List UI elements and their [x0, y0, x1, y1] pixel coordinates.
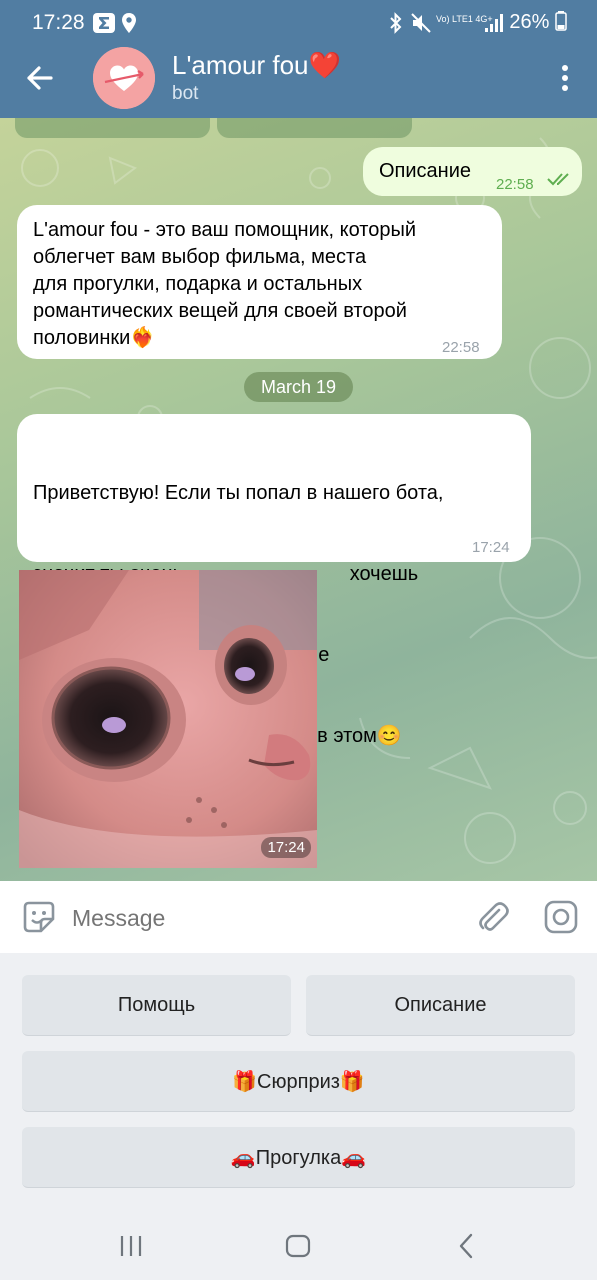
previous-keyboard-row-left [15, 118, 210, 138]
sigma-notification-icon [92, 12, 116, 34]
keyboard-button-surprise[interactable]: 🎁Сюрприз🎁 [22, 1051, 575, 1112]
back-arrow-icon[interactable] [20, 58, 60, 98]
camera-icon[interactable] [543, 899, 579, 935]
message-line: L'amour fou - это ваш помощник, который [33, 219, 417, 241]
location-icon [121, 12, 137, 34]
message-input[interactable] [72, 898, 452, 938]
bot-keyboard: Помощь Описание 🎁Сюрприз🎁 🚗Прогулка🚗 [0, 953, 597, 1211]
message-text: Описание [379, 160, 472, 182]
attach-icon[interactable] [474, 899, 510, 935]
chat-title[interactable]: L'amour fou❤️ [172, 50, 341, 81]
home-icon[interactable] [283, 1231, 313, 1261]
message-line: для прогулки, подарка и остальных [33, 273, 363, 295]
message-input-bar [0, 881, 597, 953]
status-bar: 17:28 Vo) LTE1 4G+ 26% [0, 0, 597, 46]
avatar[interactable] [93, 47, 155, 109]
message-incoming[interactable]: L'amour fou - это ваш помощник, который … [17, 205, 502, 359]
double-check-icon [547, 173, 569, 186]
battery-icon [555, 11, 567, 31]
chat-subtitle: bot [172, 83, 199, 104]
chat-header: 17:28 Vo) LTE1 4G+ 26% L'amour fou❤️ bot [0, 0, 597, 118]
message-line: половинки❤️‍🔥 [33, 327, 156, 349]
photo-message[interactable]: 17:24 [19, 570, 317, 868]
message-line: Приветствую! Если ты попал в нашего бота… [33, 482, 444, 504]
more-vert-icon[interactable] [553, 62, 577, 94]
cat-photo [19, 570, 317, 868]
message-time: 22:58 [442, 339, 480, 356]
back-icon[interactable] [452, 1231, 482, 1261]
message-incoming[interactable]: Приветствую! Если ты попал в нашего бота… [17, 414, 531, 747]
system-nav-bar [0, 1211, 597, 1280]
keyboard-button-description[interactable]: Описание [306, 975, 575, 1036]
keyboard-button-help[interactable]: Помощь [22, 975, 291, 1036]
message-time: 22:58 [496, 176, 534, 193]
sticker-icon[interactable] [21, 899, 57, 935]
chat-area[interactable]: Описание 22:58 L'amour fou - это ваш пом… [0, 118, 597, 881]
battery-percent: 26% [509, 11, 550, 33]
previous-keyboard-row-right [217, 118, 412, 138]
mute-icon [410, 12, 432, 34]
status-time: 17:28 [32, 11, 85, 34]
recent-apps-icon[interactable] [116, 1231, 146, 1261]
message-time: 17:24 [472, 539, 510, 556]
battery-level: 26% [509, 11, 567, 34]
keyboard-button-walk[interactable]: 🚗Прогулка🚗 [22, 1127, 575, 1188]
message-text: L'amour fou - это ваш помощник, который … [33, 217, 416, 352]
signal-icon [484, 12, 504, 34]
message-outgoing[interactable]: Описание 22:58 [363, 147, 582, 196]
message-line: романтических вещей для своей второй [33, 300, 407, 322]
message-line: облегчет вам выбор фильма, места [33, 246, 367, 268]
heart-arrow-icon [93, 47, 155, 109]
bluetooth-icon [388, 12, 404, 34]
date-separator: March 19 [244, 372, 353, 402]
photo-time: 17:24 [261, 837, 311, 858]
